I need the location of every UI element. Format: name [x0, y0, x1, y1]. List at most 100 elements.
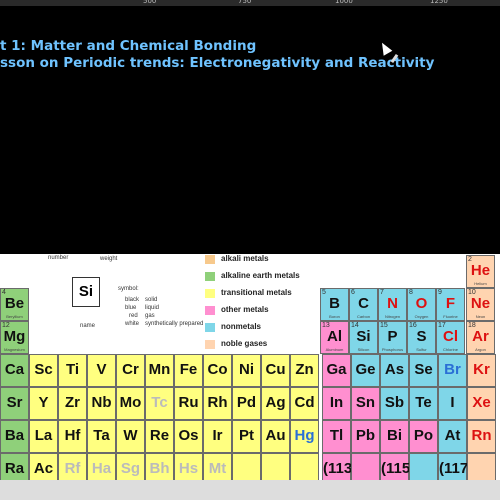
- element-cell: [261, 453, 290, 480]
- element-cell: 15 P Phosphorus: [378, 321, 407, 354]
- element-symbol: Co: [207, 361, 228, 378]
- element-cell: Zr: [58, 387, 87, 420]
- element-symbol: Os: [178, 427, 199, 444]
- element-cell: Hg: [290, 420, 319, 453]
- element-symbol: Cl: [443, 328, 458, 345]
- element-cell: 10 Ne Neon: [466, 288, 495, 321]
- key-liquid-label: liquid: [145, 305, 160, 311]
- element-cell: In: [322, 387, 351, 420]
- element-cell: [467, 453, 496, 480]
- element-symbol: P: [387, 328, 398, 345]
- element-cell: Br: [438, 354, 467, 387]
- element-symbol: C: [358, 295, 369, 312]
- element-symbol: O: [415, 295, 428, 312]
- element-name: Silicon: [357, 347, 370, 352]
- element-symbol: Ar: [472, 328, 489, 345]
- element-cell: 7 N Nitrogen: [378, 288, 407, 321]
- legend-label: nonmetals: [221, 322, 262, 331]
- element-cell: Ru: [174, 387, 203, 420]
- element-symbol: Al: [327, 328, 342, 345]
- element-symbol: Tl: [329, 427, 344, 444]
- slide-title-line1: t 1: Matter and Chemical Bonding: [0, 38, 257, 54]
- element-cell: Ge: [351, 354, 380, 387]
- element-cell: Mn: [145, 354, 174, 387]
- key-element-box: Si: [72, 277, 100, 307]
- element-symbol: Re: [149, 427, 170, 444]
- legend-swatch: [205, 255, 215, 264]
- legend-swatch: [205, 289, 215, 298]
- element-symbol: Au: [265, 427, 286, 444]
- element-symbol: Zn: [295, 361, 314, 378]
- element-symbol: Mt: [208, 460, 227, 477]
- element-symbol: Sg: [120, 460, 141, 477]
- key-symbol-label: symbol:: [118, 286, 139, 292]
- element-cell: Mo: [116, 387, 145, 420]
- key-weight-label: weight: [100, 256, 118, 262]
- element-symbol: (113): [323, 460, 358, 477]
- element-cell: Ti: [58, 354, 87, 387]
- element-symbol: Ni: [239, 361, 254, 378]
- ruler-label: 1250: [430, 0, 448, 5]
- element-cell: 13 Al Aluminum: [320, 321, 349, 354]
- element-cell: 9 F Fluorine: [436, 288, 465, 321]
- element-name: Beryllium: [6, 314, 23, 319]
- element-symbol: Ha: [91, 460, 112, 477]
- element-symbol: Nb: [91, 394, 112, 411]
- element-symbol: Cr: [122, 361, 139, 378]
- element-cell: 2 He Helium: [466, 255, 495, 288]
- element-cell: Fe: [174, 354, 203, 387]
- element-cell: Cd: [290, 387, 319, 420]
- element-name: Argon: [475, 347, 486, 352]
- element-cell: (117): [438, 453, 473, 480]
- periodic-table: 4 Be Beryllium 5 B Boron 6 C Carbon 7 N Nitrogen 8 O O…: [0, 254, 500, 480]
- element-cell: Pb: [351, 420, 380, 453]
- element-symbol: Tc: [151, 394, 168, 411]
- element-name: Boron: [329, 314, 340, 319]
- element-cell: Sg: [116, 453, 145, 480]
- key-number-label: number: [48, 255, 69, 261]
- element-cell: Ba: [0, 420, 29, 453]
- element-symbol: N: [387, 295, 398, 312]
- element-symbol: Sb: [384, 394, 405, 411]
- element-cell: Te: [409, 387, 438, 420]
- element-name: Fluorine: [443, 314, 458, 319]
- element-cell: Pt: [232, 420, 261, 453]
- key-blue-label: blue: [125, 305, 137, 311]
- element-cell: Ir: [203, 420, 232, 453]
- legend-label: transitional metals: [221, 288, 292, 297]
- element-symbol: Rh: [207, 394, 228, 411]
- legend-swatch: [205, 272, 215, 281]
- ruler-label: 750: [238, 0, 252, 5]
- element-cell: I: [438, 387, 467, 420]
- element-cell: Rf: [58, 453, 87, 480]
- element-symbol: At: [444, 427, 461, 444]
- element-cell: Re: [145, 420, 174, 453]
- element-cell: 4 Be Beryllium: [0, 288, 29, 321]
- element-symbol: Cu: [265, 361, 286, 378]
- element-cell: W: [116, 420, 145, 453]
- element-symbol: Pd: [236, 394, 257, 411]
- legend-label: alkali metals: [221, 254, 269, 263]
- element-cell: [232, 453, 261, 480]
- element-symbol: Zr: [65, 394, 80, 411]
- element-symbol: Hs: [178, 460, 199, 477]
- element-symbol: F: [445, 295, 456, 312]
- element-cell: Cr: [116, 354, 145, 387]
- element-symbol: Be: [4, 295, 25, 312]
- element-cell: Ag: [261, 387, 290, 420]
- element-cell: Sb: [380, 387, 409, 420]
- element-cell: 17 Cl Chlorine: [436, 321, 465, 354]
- element-cell: (113): [322, 453, 358, 480]
- element-cell: [351, 453, 380, 480]
- element-symbol: Ga: [326, 361, 347, 378]
- element-name: Magnesium: [4, 347, 25, 352]
- element-symbol: Po: [413, 427, 434, 444]
- element-cell: Ni: [232, 354, 261, 387]
- element-symbol: Ir: [212, 427, 223, 444]
- legend-swatch: [205, 340, 215, 349]
- element-cell: Bh: [145, 453, 174, 480]
- element-cell: Au: [261, 420, 290, 453]
- element-cell: Sn: [351, 387, 380, 420]
- element-symbol: In: [329, 394, 344, 411]
- element-name: Helium: [474, 281, 487, 286]
